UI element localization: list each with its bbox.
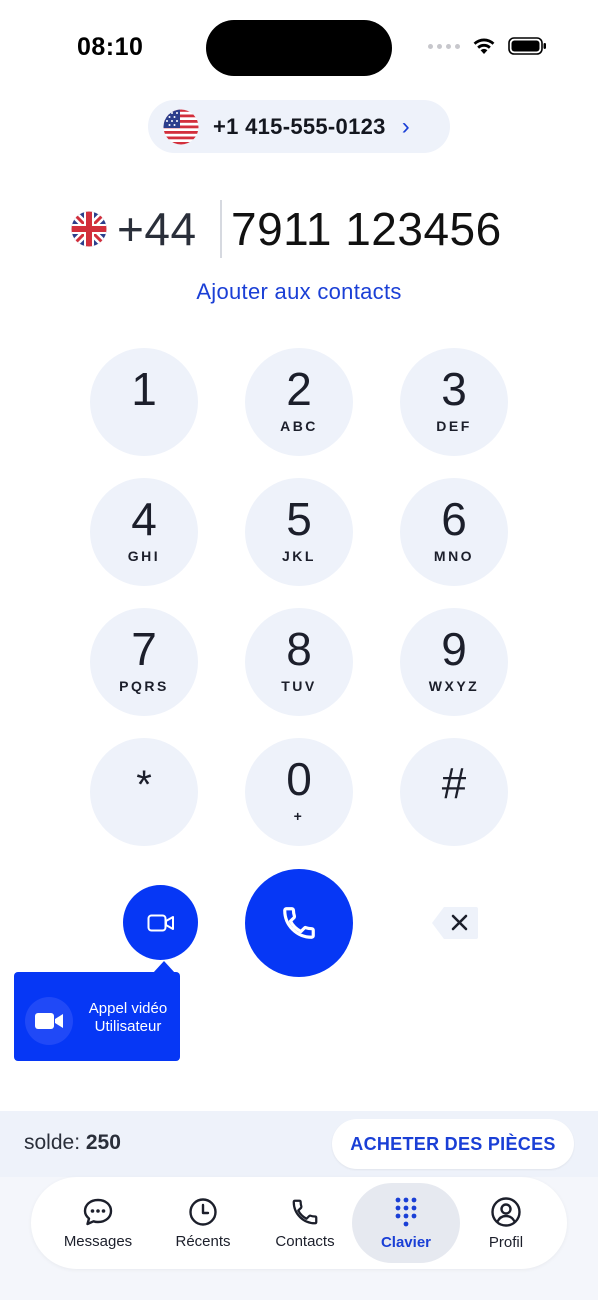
key-star[interactable]: * [90,738,198,846]
tab-label: Clavier [380,1233,432,1251]
key-digit: 0 [286,753,312,805]
tab-label: Récents [175,1232,231,1250]
battery-icon [508,37,546,55]
tab-label: Messages [63,1232,133,1250]
caller-id-selector[interactable]: +1 415-555-0123 › [148,100,450,153]
key-letters: WXYZ [428,678,480,694]
dynamic-island [206,20,392,76]
tooltip-line-2: Utilisateur [94,1018,162,1035]
key-letters: ABC [280,418,318,434]
key-digit: 3 [441,363,467,415]
clock-icon [189,1197,217,1226]
key-1[interactable]: 1 [90,348,198,456]
video-call-tooltip[interactable]: Appel vidéo Utilisateur [14,972,180,1061]
key-2[interactable]: 2 ABC [245,348,353,456]
key-letters: TUV [281,678,317,694]
tooltip-line-1: Appel vidéo [88,1000,168,1017]
key-digit: 4 [131,493,157,545]
balance-text: solde: 250 [24,1131,121,1155]
tooltip-text: Appel vidéo Utilisateur [81,1000,175,1036]
key-6[interactable]: 6 MNO [400,478,508,586]
video-camera-icon [147,914,174,931]
key-5[interactable]: 5 JKL [245,478,353,586]
tab-profile[interactable]: Profil [455,1183,557,1263]
balance-value: 250 [85,1131,121,1154]
key-letters: MNO [433,548,475,564]
video-camera-icon [25,997,73,1045]
key-letters: JKL [282,548,316,564]
video-call-button[interactable] [123,885,198,960]
key-digit: 2 [286,363,312,415]
tab-recents[interactable]: Récents [152,1183,254,1263]
key-7[interactable]: 7 PQRS [90,608,198,716]
country-code-button[interactable]: +44 [117,202,197,256]
key-letters: DEF [436,418,472,434]
key-letters: PQRS [119,678,169,694]
dialed-number-display: +44 7911 123456 [0,198,598,262]
phone-icon [283,907,315,939]
tab-contacts[interactable]: Contacts [254,1183,356,1263]
key-4[interactable]: 4 GHI [90,478,198,586]
key-letters: + [293,808,305,824]
signal-dots-icon [428,43,460,49]
keypad-icon [395,1197,417,1226]
status-time: 08:10 [77,33,144,61]
balance-bar: solde: 250 ACHETER DES PIÈCES [0,1111,598,1177]
key-9[interactable]: 9 WXYZ [400,608,508,716]
key-8[interactable]: 8 TUV [245,608,353,716]
key-digit: * [136,763,152,807]
key-hash[interactable]: # [400,738,508,846]
status-icons [428,36,548,56]
chat-bubble-icon [83,1198,113,1225]
key-digit: 5 [286,493,312,545]
chevron-right-icon: › [401,112,410,140]
tab-label: Profil [488,1233,524,1251]
key-letters: GHI [127,548,161,564]
tab-keypad[interactable]: Clavier [352,1183,460,1263]
key-digit: 9 [441,623,467,675]
key-digit: 8 [286,623,312,675]
tab-bar: Messages Récents Contacts Clavier Profil [31,1177,567,1269]
key-digit: 1 [131,363,157,415]
key-3[interactable]: 3 DEF [400,348,508,456]
buy-coins-button[interactable]: ACHETER DES PIÈCES [332,1119,574,1169]
key-digit: 7 [131,623,157,675]
backspace-icon [432,907,478,939]
tab-label: Contacts [275,1232,335,1250]
key-digit: 6 [441,493,467,545]
phone-number-input[interactable]: 7911 123456 [231,202,502,256]
tab-messages[interactable]: Messages [47,1183,149,1263]
profile-icon [491,1196,521,1227]
backspace-button[interactable] [432,906,478,940]
caller-id-number: +1 415-555-0123 [213,113,386,139]
divider [220,200,222,258]
wifi-icon [473,38,495,54]
key-0[interactable]: 0 + [245,738,353,846]
balance-label: solde: [24,1131,86,1154]
key-digit: # [441,759,467,808]
phone-icon [292,1199,318,1224]
uk-flag-icon [71,211,107,247]
call-button[interactable] [245,869,353,977]
us-flag-icon [163,109,199,144]
add-to-contacts-link[interactable]: Ajouter aux contacts [0,279,598,305]
